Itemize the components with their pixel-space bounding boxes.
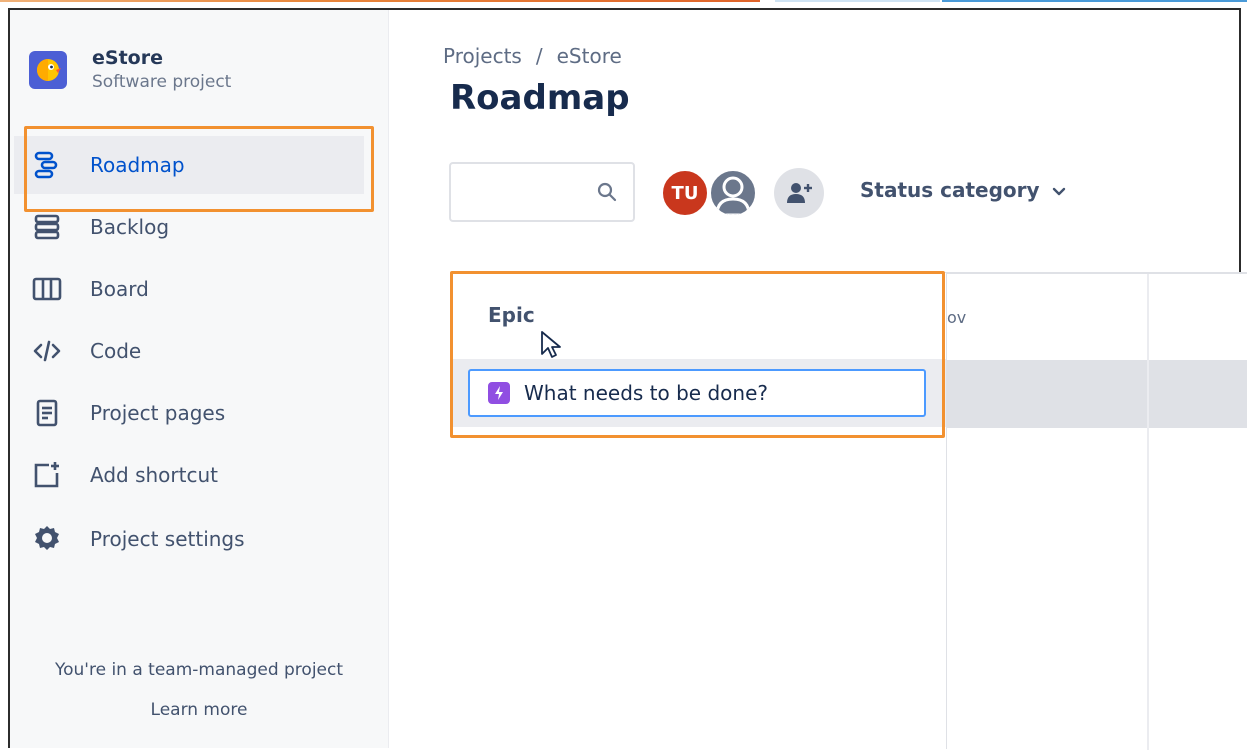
- sidebar-item-project-pages[interactable]: Project pages: [14, 384, 364, 442]
- mouse-cursor-icon: [540, 330, 562, 364]
- sidebar-item-code[interactable]: Code: [14, 322, 364, 380]
- sidebar-item-label: Code: [90, 339, 142, 363]
- search-icon: [597, 182, 617, 206]
- user-avatar-tu[interactable]: TU: [660, 168, 710, 218]
- sidebar-item-board[interactable]: Board: [14, 260, 364, 318]
- timeline-month-label: ov: [947, 308, 967, 327]
- timeline-row-band: [947, 360, 1247, 428]
- page-title: Roadmap: [450, 78, 630, 118]
- sidebar-item-label: Board: [90, 277, 149, 301]
- learn-more-link[interactable]: Learn more: [10, 700, 388, 720]
- backlog-icon: [32, 212, 62, 242]
- gear-icon: [32, 524, 62, 554]
- user-avatar-default[interactable]: [708, 168, 758, 218]
- highlight-box-epic: [450, 271, 945, 438]
- user-silhouette-icon: [715, 176, 751, 215]
- breadcrumb-estore-link[interactable]: eStore: [557, 44, 622, 68]
- chevron-down-icon: [1052, 178, 1066, 202]
- sidebar-item-label: Project pages: [90, 401, 226, 425]
- sidebar-item-add-shortcut[interactable]: Add shortcut: [14, 446, 364, 504]
- top-strip-segment: [0, 0, 760, 2]
- team-managed-note: You're in a team-managed project: [54, 660, 344, 680]
- status-filter-label: Status category: [860, 178, 1040, 202]
- timeline-column-divider: [1147, 274, 1149, 750]
- breadcrumb-separator: /: [535, 44, 543, 68]
- estore-logo-icon: [29, 51, 67, 89]
- sidebar-item-project-settings[interactable]: Project settings: [14, 510, 364, 568]
- project-type: Software project: [92, 72, 232, 92]
- breadcrumb-projects-link[interactable]: Projects: [443, 44, 522, 68]
- project-name: eStore: [92, 47, 163, 69]
- sidebar-item-label: Project settings: [90, 527, 245, 551]
- project-pages-icon: [32, 398, 62, 428]
- sidebar-item-label: Add shortcut: [90, 463, 218, 487]
- search-input[interactable]: [449, 162, 635, 222]
- timeline-panel: ov: [947, 272, 1247, 750]
- board-icon: [32, 274, 62, 304]
- sidebar-item-backlog[interactable]: Backlog: [14, 198, 364, 256]
- top-strip-segment: [942, 0, 1247, 2]
- code-icon: [32, 336, 62, 366]
- add-person-icon: [787, 183, 812, 203]
- add-people-button[interactable]: [774, 168, 824, 218]
- project-header[interactable]: eStore Software project: [29, 46, 231, 94]
- add-shortcut-icon: [32, 460, 62, 490]
- top-strip-segment: [775, 0, 940, 2]
- sidebar-item-label: Backlog: [90, 215, 170, 239]
- status-category-filter[interactable]: Status category: [860, 178, 1066, 202]
- breadcrumb: Projects / eStore: [443, 44, 622, 68]
- window-top-strip: [0, 0, 1247, 4]
